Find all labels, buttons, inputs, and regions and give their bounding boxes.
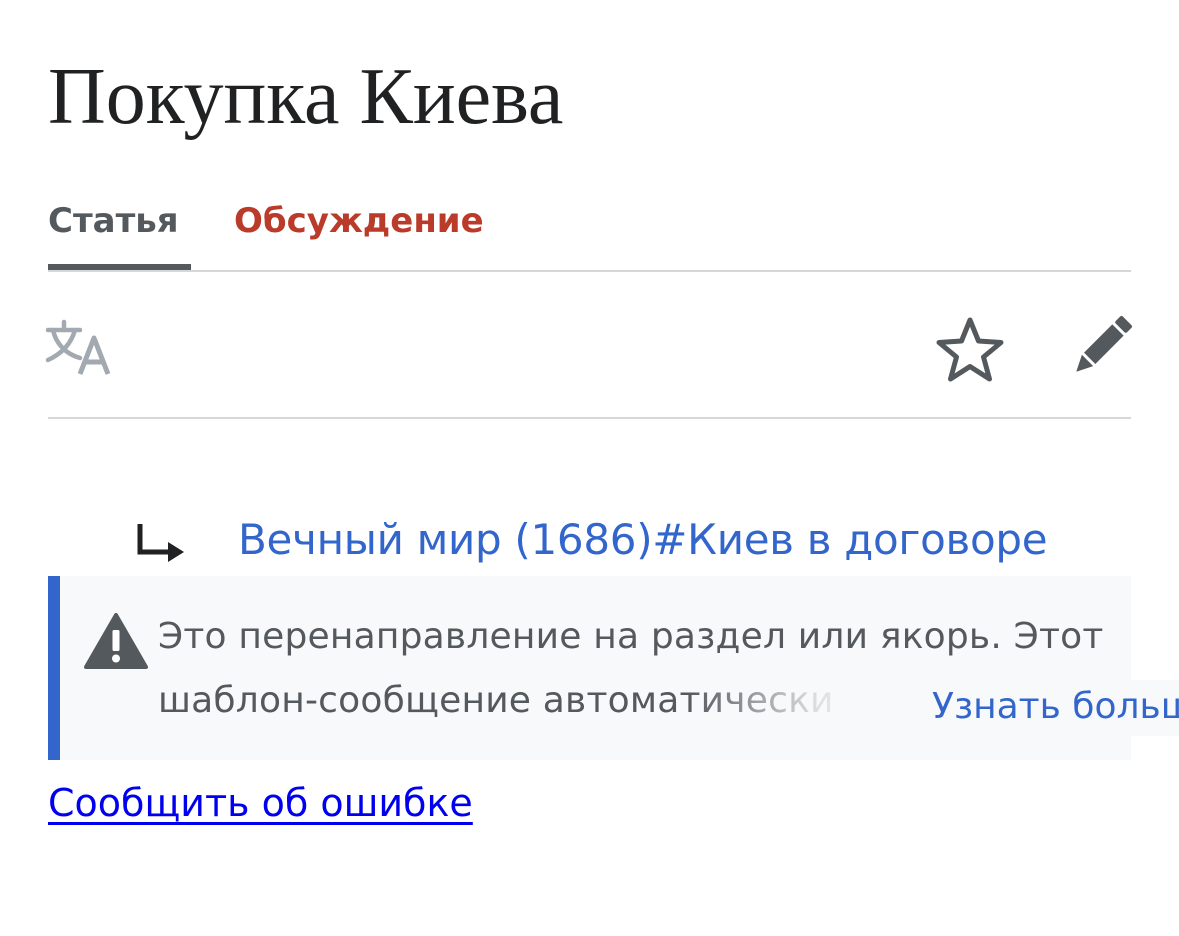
- pencil-icon[interactable]: [1068, 314, 1134, 380]
- notice-text-line1: Это перенаправление на раздел или якорь.…: [158, 616, 1104, 657]
- learn-more-container: Узнать больше: [932, 680, 1179, 736]
- translate-icon[interactable]: [44, 318, 114, 378]
- tabs-divider: [48, 270, 1131, 272]
- tab-article[interactable]: Статья: [48, 196, 179, 246]
- tab-talk[interactable]: Обсуждение: [234, 196, 484, 246]
- notice-accent-bar: [48, 576, 60, 760]
- redirect-arrow-icon: [132, 520, 188, 572]
- report-error-link[interactable]: Сообщить об ошибке: [48, 776, 473, 830]
- page-title: Покупка Киева: [48, 53, 564, 141]
- warning-icon: [84, 612, 148, 670]
- learn-more-link[interactable]: Узнать больше: [932, 682, 1179, 732]
- notice-text-fade: [688, 676, 928, 736]
- star-icon[interactable]: [934, 314, 1006, 384]
- toolbar-divider: [48, 417, 1131, 419]
- namespace-tabs: Статья Обсуждение: [48, 196, 1131, 272]
- redirect-row: Вечный мир (1686)#Киев в договоре: [0, 508, 1179, 572]
- redirect-target-link[interactable]: Вечный мир (1686)#Киев в договоре: [238, 512, 1048, 568]
